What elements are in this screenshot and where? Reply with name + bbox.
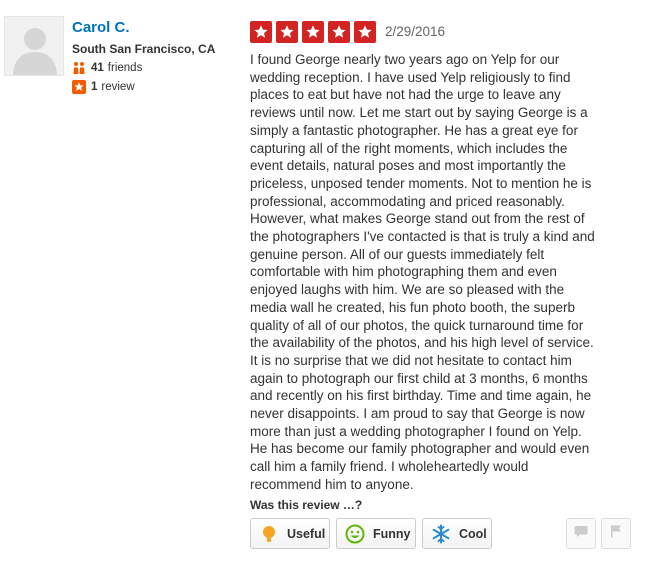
star-rating — [250, 21, 380, 43]
reviews-label: review — [101, 81, 135, 93]
review-item: Carol C. South San Francisco, CA 41 frie… — [0, 0, 666, 567]
review-content: 2/29/2016 I found George nearly two year… — [250, 20, 645, 494]
flag-button[interactable] — [601, 518, 631, 549]
star-icon — [302, 21, 324, 43]
flag-icon — [610, 524, 622, 543]
friends-icon — [72, 61, 86, 75]
cool-button[interactable]: Cool — [422, 518, 492, 549]
avatar[interactable] — [4, 16, 64, 76]
cool-label: Cool — [459, 526, 487, 541]
funny-label: Funny — [373, 526, 411, 541]
review-star-icon — [72, 80, 86, 94]
comment-icon — [574, 525, 588, 543]
user-location: South San Francisco, CA — [72, 42, 216, 56]
review-text: I found George nearly two years ago on Y… — [250, 52, 595, 492]
rating-row: 2/29/2016 — [250, 20, 645, 44]
star-icon — [276, 21, 298, 43]
star-icon — [328, 21, 350, 43]
default-user-avatar-icon — [5, 17, 63, 75]
comment-button[interactable] — [566, 518, 596, 549]
friends-count: 41 — [91, 62, 104, 74]
review-date: 2/29/2016 — [385, 24, 446, 39]
useful-label: Useful — [287, 526, 326, 541]
lightbulb-icon — [259, 524, 279, 544]
star-icon — [354, 21, 376, 43]
vote-prompt: Was this review …? — [250, 498, 363, 512]
useful-button[interactable]: Useful — [250, 518, 330, 549]
friends-stat: 41 friends — [72, 60, 247, 76]
reviews-stat: 1 review — [72, 79, 247, 95]
user-info: Carol C. South San Francisco, CA 41 frie… — [72, 18, 247, 95]
user-name-link[interactable]: Carol C. — [72, 18, 247, 38]
smiley-icon — [345, 524, 365, 544]
vote-buttons: Useful Funny Cool — [250, 518, 498, 549]
friends-label: friends — [107, 62, 143, 74]
snowflake-icon — [431, 524, 451, 544]
funny-button[interactable]: Funny — [336, 518, 416, 549]
star-icon — [250, 21, 272, 43]
reviews-count: 1 — [91, 81, 98, 93]
